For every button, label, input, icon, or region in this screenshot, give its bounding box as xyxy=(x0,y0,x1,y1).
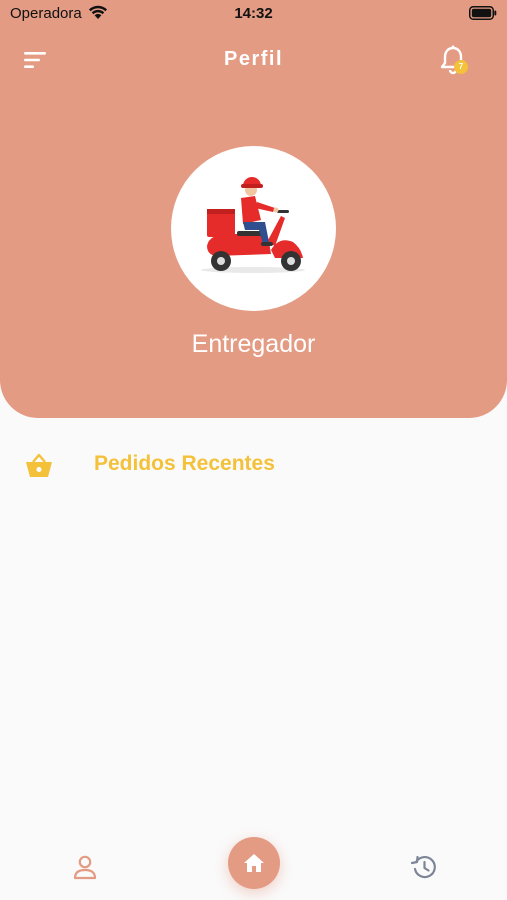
notification-badge: 7 xyxy=(454,60,468,74)
profile-screen: Operadora 14:32 Perfil 7 Entregador Pedi… xyxy=(0,0,507,900)
battery-icon xyxy=(469,6,497,20)
home-icon xyxy=(244,854,264,872)
status-bar: Operadora 14:32 xyxy=(0,0,507,28)
basket-icon xyxy=(26,453,52,477)
nav-profile-button[interactable] xyxy=(70,852,100,882)
delivery-scooter-illustration xyxy=(201,177,305,273)
nav-home-button[interactable] xyxy=(228,837,280,889)
user-role-label: Entregador xyxy=(191,330,316,358)
bell-icon xyxy=(440,45,466,75)
page-title: Perfil xyxy=(223,48,284,70)
recent-orders-title: Pedidos Recentes xyxy=(94,452,275,475)
notifications-button[interactable]: 7 xyxy=(436,44,472,78)
nav-history-button[interactable] xyxy=(409,852,439,882)
avatar xyxy=(171,146,336,311)
history-icon xyxy=(410,855,436,879)
recent-orders-header: Pedidos Recentes xyxy=(24,450,484,482)
status-time: 14:32 xyxy=(234,5,273,22)
bottom-navigation xyxy=(0,830,507,900)
person-icon xyxy=(73,855,97,880)
profile-header: Operadora 14:32 Perfil 7 Entregador xyxy=(0,0,507,418)
